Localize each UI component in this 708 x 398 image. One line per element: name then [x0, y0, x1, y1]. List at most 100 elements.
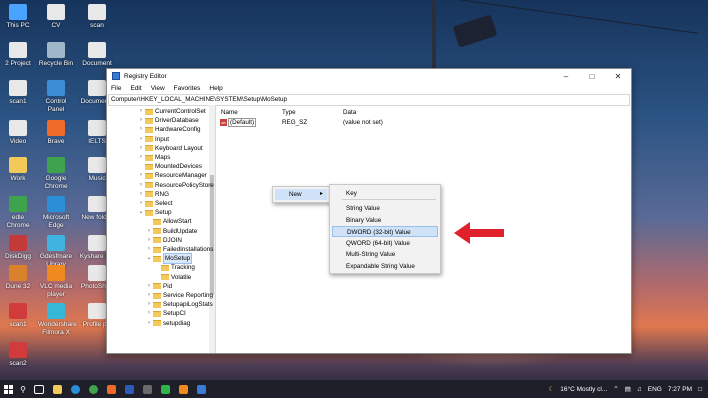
tree-item[interactable]: › ResourcePolicyStore: [137, 181, 214, 190]
desktop-icon[interactable]: This PC: [0, 4, 36, 30]
tree-item[interactable]: › DriverDatabase: [137, 116, 199, 125]
collapsed-chevron-icon[interactable]: ›: [137, 125, 145, 134]
desktop-icon[interactable]: Gdesfmare Library: [38, 235, 74, 268]
collapsed-chevron-icon[interactable]: ›: [137, 181, 145, 190]
submenu-multi-string-value[interactable]: Multi-String Value: [332, 249, 438, 260]
submenu-binary-value[interactable]: Binary Value: [332, 215, 438, 226]
collapsed-chevron-icon[interactable]: ›: [137, 107, 145, 116]
minimize-button[interactable]: –: [553, 69, 579, 83]
tree-item[interactable]: ⌄ Setup: [137, 208, 171, 217]
desktop-icon[interactable]: Control Panel: [38, 80, 74, 113]
tree-item[interactable]: ⌄ MoSetup: [145, 253, 193, 265]
desktop-icon[interactable]: scan: [79, 4, 115, 30]
store-icon[interactable]: [140, 383, 154, 395]
tree-scroll-thumb[interactable]: [210, 175, 214, 295]
brave-icon[interactable]: [104, 383, 118, 395]
desktop-icon[interactable]: DiskDigg: [0, 235, 36, 261]
tree-item[interactable]: › SetupCI: [145, 309, 186, 318]
collapsed-chevron-icon[interactable]: ›: [145, 245, 153, 254]
collapsed-chevron-icon[interactable]: ›: [137, 135, 145, 144]
tree-scrollbar[interactable]: [209, 105, 215, 353]
tree-item[interactable]: › Keyboard Layout: [137, 144, 203, 153]
collapsed-chevron-icon[interactable]: ›: [145, 291, 153, 300]
desktop-icon[interactable]: Wondershare Filmora X: [38, 303, 77, 336]
search-icon[interactable]: ⚲: [16, 385, 30, 394]
expanded-chevron-icon[interactable]: ⌄: [145, 254, 153, 263]
collapsed-chevron-icon[interactable]: ›: [145, 282, 153, 291]
collapsed-chevron-icon[interactable]: ›: [137, 144, 145, 153]
submenu-qword-value[interactable]: QWORD (64-bit) Value: [332, 238, 438, 249]
tree-item[interactable]: › Input: [137, 135, 169, 144]
menu-edit[interactable]: Edit: [130, 85, 141, 92]
close-button[interactable]: ✕: [605, 69, 631, 83]
weather-icon[interactable]: ☾: [548, 385, 554, 393]
weather-text[interactable]: 16°C Mostly cl...: [560, 386, 607, 393]
submenu-expandable-string-value[interactable]: Expandable String Value: [332, 261, 438, 272]
desktop-icon[interactable]: edle Chrome: [0, 196, 36, 229]
desktop-icon[interactable]: Dune 32: [0, 265, 36, 291]
tree-item[interactable]: MountedDevices: [137, 162, 202, 171]
desktop-icon[interactable]: Video: [0, 120, 36, 146]
value-row[interactable]: ab (Default): [220, 118, 257, 127]
tray-chevron-icon[interactable]: ⌃: [613, 385, 618, 393]
submenu-dword-value[interactable]: DWORD (32-bit) Value: [332, 226, 438, 237]
collapsed-chevron-icon[interactable]: ›: [137, 171, 145, 180]
key-tree[interactable]: › CurrentControlSet › DriverDatabase › Hardwa…: [107, 105, 216, 353]
collapsed-chevron-icon[interactable]: ›: [137, 116, 145, 125]
tree-item[interactable]: › ResourceManager: [137, 171, 207, 180]
tree-item[interactable]: › Select: [137, 199, 173, 208]
vlc-icon[interactable]: [176, 383, 190, 395]
task-view-icon[interactable]: [32, 383, 46, 395]
language-indicator[interactable]: ENG: [648, 386, 662, 393]
tree-item[interactable]: Tracking: [153, 263, 195, 272]
maximize-button[interactable]: □: [579, 69, 605, 83]
collapsed-chevron-icon[interactable]: ›: [137, 199, 145, 208]
submenu-string-value[interactable]: String Value: [332, 203, 438, 214]
tree-item[interactable]: AllowStart: [145, 217, 191, 226]
menu-help[interactable]: Help: [209, 85, 222, 92]
collapsed-chevron-icon[interactable]: ›: [145, 236, 153, 245]
clock[interactable]: 7:27 PM: [668, 386, 692, 393]
submenu-key[interactable]: Key: [332, 188, 438, 199]
desktop-icon[interactable]: scan1: [0, 80, 36, 106]
context-new-item[interactable]: New ▸: [275, 189, 327, 200]
desktop-icon[interactable]: CV: [38, 4, 74, 30]
tree-item[interactable]: › RNG: [137, 190, 169, 199]
collapsed-chevron-icon[interactable]: ›: [137, 153, 145, 162]
desktop-icon[interactable]: scan1: [0, 303, 36, 329]
collapsed-chevron-icon[interactable]: ›: [145, 309, 153, 318]
desktop-icon[interactable]: Microsoft Edge: [38, 196, 74, 229]
volume-icon[interactable]: ♫: [637, 386, 642, 393]
menu-view[interactable]: View: [151, 85, 165, 92]
column-name[interactable]: Name: [221, 109, 238, 116]
tree-item[interactable]: › Maps: [137, 153, 170, 162]
desktop-icon[interactable]: 2 Project: [0, 42, 36, 68]
desktop-icon[interactable]: VLC media player: [38, 265, 74, 298]
tree-item[interactable]: › BuildUpdate: [145, 227, 197, 236]
menu-file[interactable]: File: [111, 85, 121, 92]
desktop-icon[interactable]: scan2: [0, 342, 36, 368]
column-type[interactable]: Type: [282, 109, 296, 116]
column-data[interactable]: Data: [343, 109, 356, 116]
registry-taskbar-icon[interactable]: [194, 383, 208, 395]
menu-favorites[interactable]: Favorites: [174, 85, 201, 92]
tree-item[interactable]: › DJOIN: [145, 236, 182, 245]
edge-icon[interactable]: [68, 383, 82, 395]
network-icon[interactable]: ▤: [625, 385, 631, 393]
green-app-icon[interactable]: [158, 383, 172, 395]
title-bar[interactable]: Registry Editor – □ ✕: [107, 69, 631, 83]
desktop-icon[interactable]: Work: [0, 157, 36, 183]
desktop-icon[interactable]: Google Chrome: [38, 157, 74, 190]
start-button[interactable]: [0, 384, 16, 394]
collapsed-chevron-icon[interactable]: ›: [145, 300, 153, 309]
desktop-icon[interactable]: Document: [79, 42, 115, 68]
tree-item[interactable]: › Service Reporting: [145, 291, 213, 300]
chrome-icon[interactable]: [86, 383, 100, 395]
tree-item[interactable]: › HardwareConfig: [137, 125, 201, 134]
file-explorer-icon[interactable]: [50, 383, 64, 395]
collapsed-chevron-icon[interactable]: ›: [145, 319, 153, 328]
tree-item[interactable]: › SetupapiLogStats: [145, 300, 213, 309]
collapsed-chevron-icon[interactable]: ›: [145, 227, 153, 236]
desktop-icon[interactable]: Recycle Bin: [38, 42, 74, 68]
expanded-chevron-icon[interactable]: ⌄: [137, 208, 145, 217]
